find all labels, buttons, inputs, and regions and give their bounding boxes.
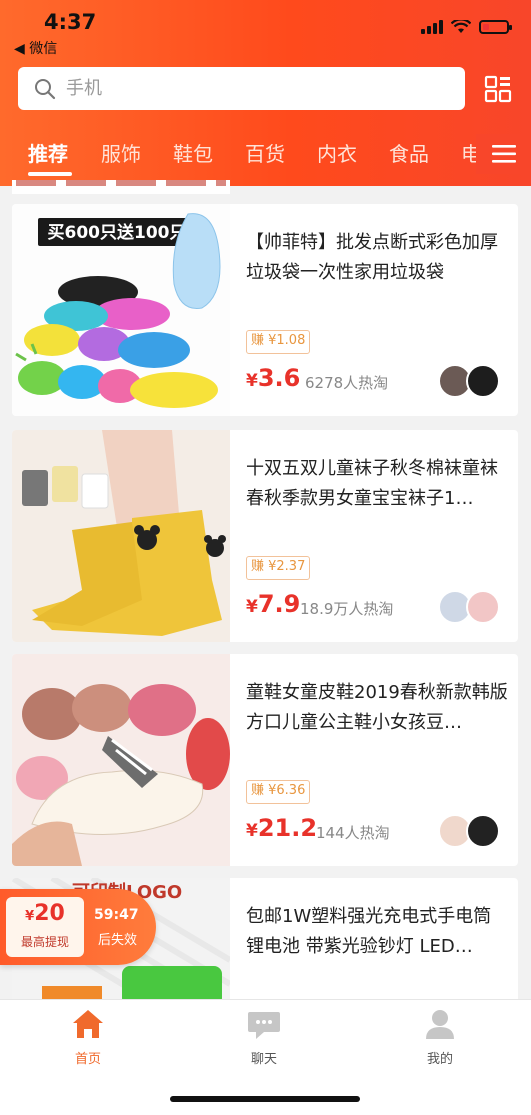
promo-amount: ¥20 [6, 901, 84, 926]
home-indicator [170, 1096, 360, 1102]
category-tabs: 推荐 服饰 鞋包 百货 内衣 食品 电 [0, 132, 531, 182]
nav-chat[interactable]: 聊天 [224, 1008, 304, 1067]
avatar [466, 814, 500, 848]
tab-recommend[interactable]: 推荐 [28, 138, 68, 167]
product-title: 【帅菲特】批发点断式彩色加厚垃圾袋一次性家用垃圾袋 [246, 232, 498, 283]
promo-expire-label: 后失效 [98, 933, 138, 948]
active-tab-indicator [28, 172, 72, 176]
profile-icon [426, 1010, 454, 1039]
product-title: 包邮1W塑料强光充电式手电筒锂电池 带紫光验钞灯 LED… [246, 906, 492, 957]
app-header: 4:37 ◀ 微信 推荐 服饰 鞋包 百货 内衣 食品 电 [0, 0, 531, 186]
product-title: 童鞋女童皮鞋2019春秋新款韩版方口儿童公主鞋小女孩豆… [246, 682, 508, 733]
price-value: 3.6 [257, 364, 301, 392]
product-image-garbage-bags: 买600只送100只 [12, 204, 230, 416]
avatar [466, 590, 500, 624]
product-card[interactable]: 十双五双儿童袜子秋冬棉袜童袜春秋季款男女童宝宝袜子1… 赚 ¥2.37 ¥7.9… [12, 430, 518, 642]
status-time: 4:37 [44, 10, 97, 34]
search-icon [35, 78, 56, 99]
signal-icon [421, 20, 443, 34]
scan-icon[interactable] [484, 75, 512, 103]
price-symbol: ¥ [246, 371, 258, 391]
nav-home-label: 首页 [74, 1052, 101, 1067]
chat-icon [248, 1012, 280, 1039]
product-banner-text: 买600只送100只 [48, 222, 187, 243]
promo-timer: 59:47 [94, 907, 139, 923]
nav-profile-label: 我的 [426, 1052, 453, 1067]
search-bar[interactable] [18, 67, 465, 110]
price-symbol: ¥ [246, 821, 258, 841]
buyer-avatars [438, 364, 502, 398]
previous-card-edge [12, 180, 230, 194]
earn-badge: 赚 ¥1.08 [246, 330, 311, 354]
buyer-avatars [438, 590, 502, 624]
nav-chat-label: 聊天 [250, 1052, 277, 1067]
cashout-promo-badge[interactable]: ¥20 最高提现 59:47 后失效 [0, 889, 156, 965]
price-value: 7.9 [257, 590, 301, 618]
product-title: 十双五双儿童袜子秋冬棉袜童袜春秋季款男女童宝宝袜子1… [246, 458, 498, 509]
buyer-avatars [438, 814, 502, 848]
tab-food[interactable]: 食品 [389, 138, 429, 167]
battery-icon [479, 20, 512, 34]
tab-clothing[interactable]: 服饰 [101, 138, 141, 167]
product-price: ¥21.2 [246, 814, 317, 842]
tab-general-goods[interactable]: 百货 [245, 138, 285, 167]
hot-count: 144人热淘 [316, 824, 390, 842]
earn-badge: 赚 ¥6.36 [246, 780, 311, 804]
price-value: 21.2 [257, 814, 318, 842]
earn-badge: 赚 ¥2.37 [246, 556, 311, 580]
nav-profile[interactable]: 我的 [400, 1008, 480, 1067]
promo-symbol: ¥ [25, 909, 35, 924]
search-input[interactable] [64, 77, 428, 100]
product-image-kids-socks [12, 430, 230, 642]
product-image-kids-shoes [12, 654, 230, 866]
hot-count: 18.9万人热淘 [300, 600, 394, 618]
status-indicators [421, 20, 512, 34]
product-price: ¥7.9 [246, 590, 300, 618]
tabs-menu-button[interactable] [476, 134, 531, 174]
tab-underwear[interactable]: 内衣 [317, 138, 357, 167]
tab-shoes-bags[interactable]: 鞋包 [173, 138, 213, 167]
avatar [466, 364, 500, 398]
nav-home[interactable]: 首页 [48, 1008, 128, 1067]
product-price: ¥3.6 [246, 364, 300, 392]
menu-icon [491, 145, 516, 163]
product-card[interactable]: 买600只送100只 【帅菲特】批发点断式彩色加厚垃圾袋一次性家用垃圾袋 赚 ¥… [12, 204, 518, 416]
product-card[interactable]: 童鞋女童皮鞋2019春秋新款韩版方口儿童公主鞋小女孩豆… 赚 ¥6.36 ¥21… [12, 654, 518, 866]
promo-label: 最高提现 [20, 935, 69, 949]
promo-value: 20 [34, 901, 65, 926]
price-symbol: ¥ [246, 597, 258, 617]
back-to-wechat-link[interactable]: ◀ 微信 [14, 38, 57, 58]
home-icon [73, 1010, 103, 1038]
wifi-icon [451, 20, 471, 33]
hot-count: 6278人热淘 [305, 374, 389, 392]
